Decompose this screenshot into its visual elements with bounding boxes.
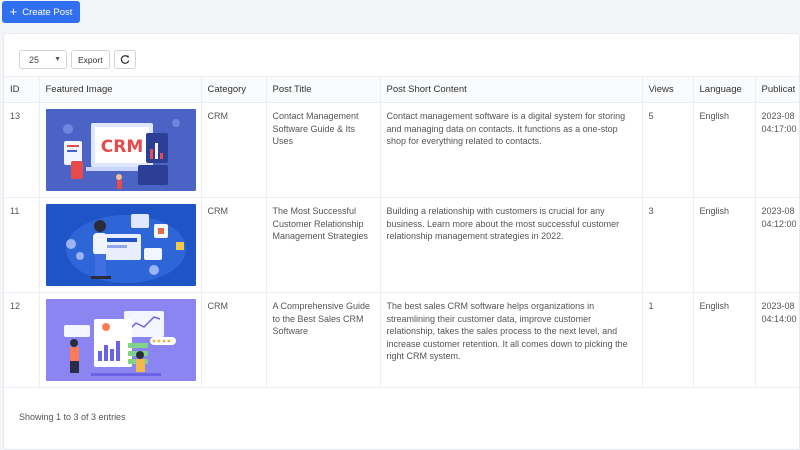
cell-category: CRM bbox=[201, 197, 267, 293]
posts-table: ID Featured Image Category Post Title Po… bbox=[4, 76, 799, 388]
svg-text:CRM: CRM bbox=[100, 137, 142, 157]
publication-time: 04:12:00 bbox=[761, 218, 797, 229]
publication-time: 04:17:00 bbox=[761, 123, 797, 134]
col-header-views[interactable]: Views bbox=[642, 76, 694, 103]
cell-featured-image: CRM bbox=[39, 102, 202, 198]
table-info: Showing 1 to 3 of 3 entries bbox=[19, 412, 126, 422]
cell-post-content: Building a relationship with customers i… bbox=[380, 197, 643, 293]
refresh-button[interactable] bbox=[113, 50, 136, 69]
table-row[interactable]: 11 CRM The Most Successful Customer Rela… bbox=[4, 197, 799, 293]
col-header-id[interactable]: ID bbox=[4, 76, 40, 103]
cell-language: English bbox=[693, 292, 756, 388]
cell-publication: 2023-08 04:12:00 bbox=[755, 197, 799, 293]
cell-post-title[interactable]: The Most Successful Customer Relationshi… bbox=[266, 197, 381, 293]
table-controls: 25 ▼ Export bbox=[19, 50, 136, 69]
page-length-select[interactable]: 25 ▼ bbox=[19, 50, 67, 69]
create-post-button[interactable]: + Create Post bbox=[2, 1, 80, 23]
cell-post-content: The best sales CRM software helps organi… bbox=[380, 292, 643, 388]
relationship-strategy-illustration-icon bbox=[45, 204, 196, 286]
cell-category: CRM bbox=[201, 102, 267, 198]
publication-date: 2023-08 bbox=[761, 111, 795, 121]
cell-post-content: Contact management software is a digital… bbox=[380, 102, 643, 198]
cell-category: CRM bbox=[201, 292, 267, 388]
table-header: ID Featured Image Category Post Title Po… bbox=[4, 76, 799, 103]
cell-publication: 2023-08 04:14:00 bbox=[755, 292, 799, 388]
col-header-language[interactable]: Language bbox=[693, 76, 756, 103]
cell-publication: 2023-08 04:17:00 bbox=[755, 102, 799, 198]
page-length-value: 25 bbox=[29, 54, 40, 65]
cell-id: 12 bbox=[4, 292, 40, 388]
crm-laptop-illustration-icon: CRM bbox=[45, 109, 196, 191]
cell-id: 11 bbox=[4, 197, 40, 293]
cell-post-title[interactable]: Contact Management Software Guide & Its … bbox=[266, 102, 381, 198]
table-row[interactable]: 12 CRM A Comprehensive Guide to the Best… bbox=[4, 292, 799, 388]
col-header-post-title[interactable]: Post Title bbox=[266, 76, 381, 103]
cell-featured-image bbox=[39, 197, 202, 293]
cell-post-title[interactable]: A Comprehensive Guide to the Best Sales … bbox=[266, 292, 381, 388]
publication-date: 2023-08 bbox=[761, 301, 795, 311]
export-button[interactable]: Export bbox=[71, 50, 110, 69]
cell-featured-image bbox=[39, 292, 202, 388]
publication-date: 2023-08 bbox=[761, 206, 795, 216]
table-row[interactable]: 13 CRM CRM Contact Management Software G… bbox=[4, 102, 799, 198]
cell-language: English bbox=[693, 102, 756, 198]
chevron-down-icon: ▼ bbox=[54, 56, 61, 63]
cell-language: English bbox=[693, 197, 756, 293]
col-header-post-short-content[interactable]: Post Short Content bbox=[380, 76, 643, 103]
refresh-icon bbox=[120, 54, 129, 64]
plus-icon: + bbox=[9, 4, 18, 19]
publication-time: 04:14:00 bbox=[761, 313, 797, 324]
col-header-publication[interactable]: Publicat bbox=[755, 76, 799, 103]
export-label: Export bbox=[78, 54, 103, 65]
create-post-label: Create Post bbox=[22, 6, 73, 18]
col-header-featured-image[interactable]: Featured Image bbox=[39, 76, 202, 103]
sales-crm-illustration-icon bbox=[45, 299, 196, 381]
col-header-category[interactable]: Category bbox=[201, 76, 267, 103]
cell-views: 1 bbox=[642, 292, 694, 388]
cell-id: 13 bbox=[4, 102, 40, 198]
posts-card: 25 ▼ Export ID Featured Image Category P… bbox=[3, 33, 800, 450]
cell-views: 3 bbox=[642, 197, 694, 293]
cell-views: 5 bbox=[642, 102, 694, 198]
